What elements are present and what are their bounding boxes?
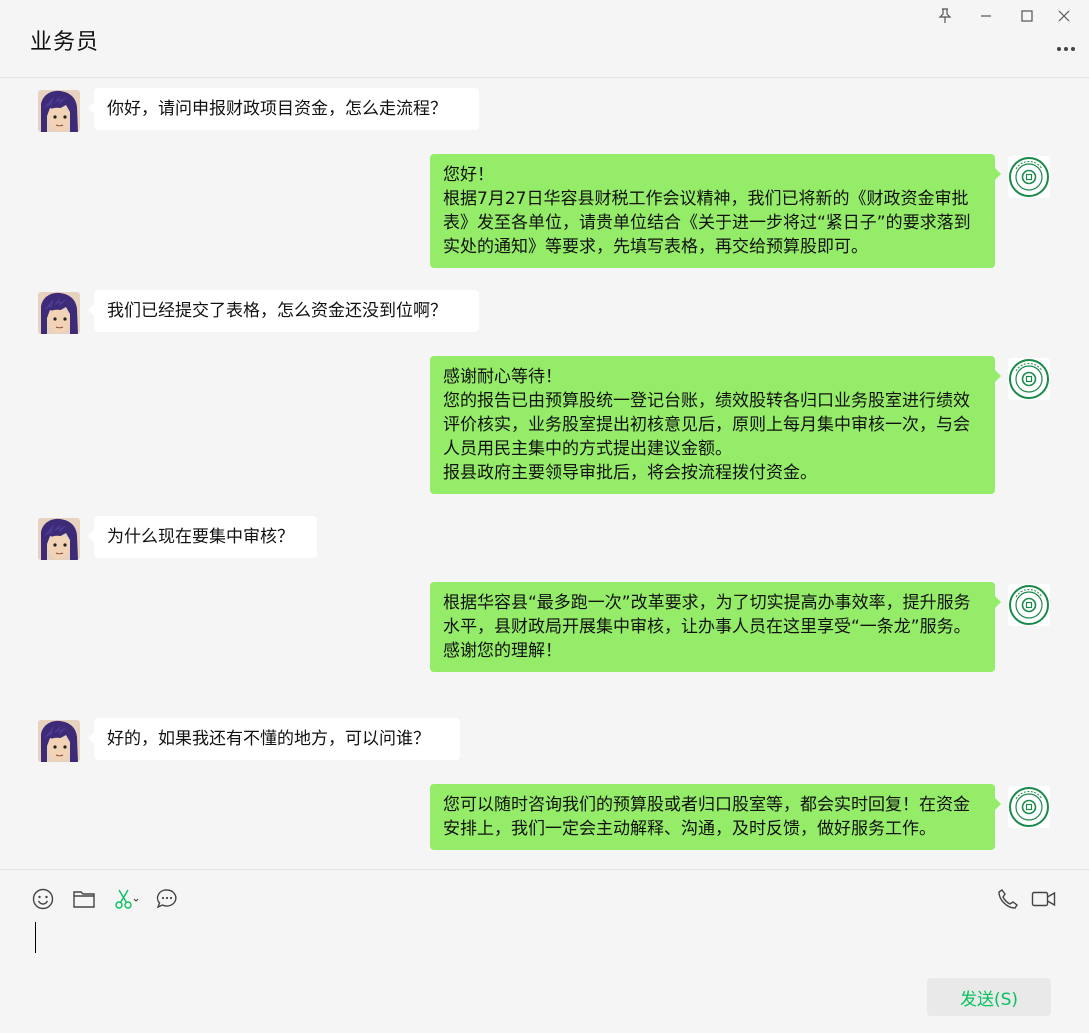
chat-title: 业务员 [30,30,100,55]
more-icon[interactable] [1053,36,1079,62]
scissors-icon[interactable] [112,887,142,911]
user-avatar[interactable] [38,518,80,560]
pin-icon[interactable] [933,4,957,28]
outgoing-message[interactable]: 您可以随时咨询我们的预算股或者归口股室等，都会实时回复！在资金安排上，我们一定会… [430,784,1001,850]
emoji-icon[interactable] [31,887,55,911]
folder-icon[interactable] [72,887,96,911]
input-area: 发送(S) [0,869,1089,1033]
user-avatar[interactable] [38,90,80,132]
minimize-icon[interactable] [974,4,998,28]
text-input-caret[interactable] [35,922,36,953]
incoming-message[interactable]: 我们已经提交了表格，怎么资金还没到位啊？ [88,290,479,332]
chat-window: 业务员 你好，请问申报财政项目资金，怎么走流程？ 您好！ 根据7月27日华容县财税… [0,0,1089,1033]
maximize-icon[interactable] [1015,4,1039,28]
incoming-message[interactable]: 为什么现在要集中审核？ [88,516,317,558]
close-icon[interactable] [1052,4,1076,28]
incoming-message[interactable]: 你好，请问申报财政项目资金，怎么走流程？ [88,88,479,130]
finance-bureau-seal-avatar[interactable] [1008,786,1050,828]
finance-bureau-seal-avatar[interactable] [1008,156,1050,198]
outgoing-message[interactable]: 根据华容县“最多跑一次”改革要求，为了切实提高办事效率，提升服务水平，县财政局开… [430,582,1001,672]
user-avatar[interactable] [38,292,80,334]
video-icon[interactable] [1031,887,1057,911]
send-button[interactable]: 发送(S) [927,978,1051,1016]
phone-icon[interactable] [996,887,1020,911]
chat-header: 业务员 [0,0,1089,78]
outgoing-message[interactable]: 感谢耐心等待！ 您的报告已由预算股统一登记台账，绩效股转各归口业务股室进行绩效评… [430,356,1001,494]
incoming-message[interactable]: 好的，如果我还有不懂的地方，可以问谁？ [88,718,460,760]
finance-bureau-seal-avatar[interactable] [1008,358,1050,400]
user-avatar[interactable] [38,720,80,762]
chat-bubble-icon[interactable] [155,887,179,911]
outgoing-message[interactable]: 您好！ 根据7月27日华容县财税工作会议精神，我们已将新的《财政资金审批表》发至… [430,154,1001,268]
finance-bureau-seal-avatar[interactable] [1008,584,1050,626]
message-list[interactable]: 你好，请问申报财政项目资金，怎么走流程？ 您好！ 根据7月27日华容县财税工作会议… [0,78,1089,868]
